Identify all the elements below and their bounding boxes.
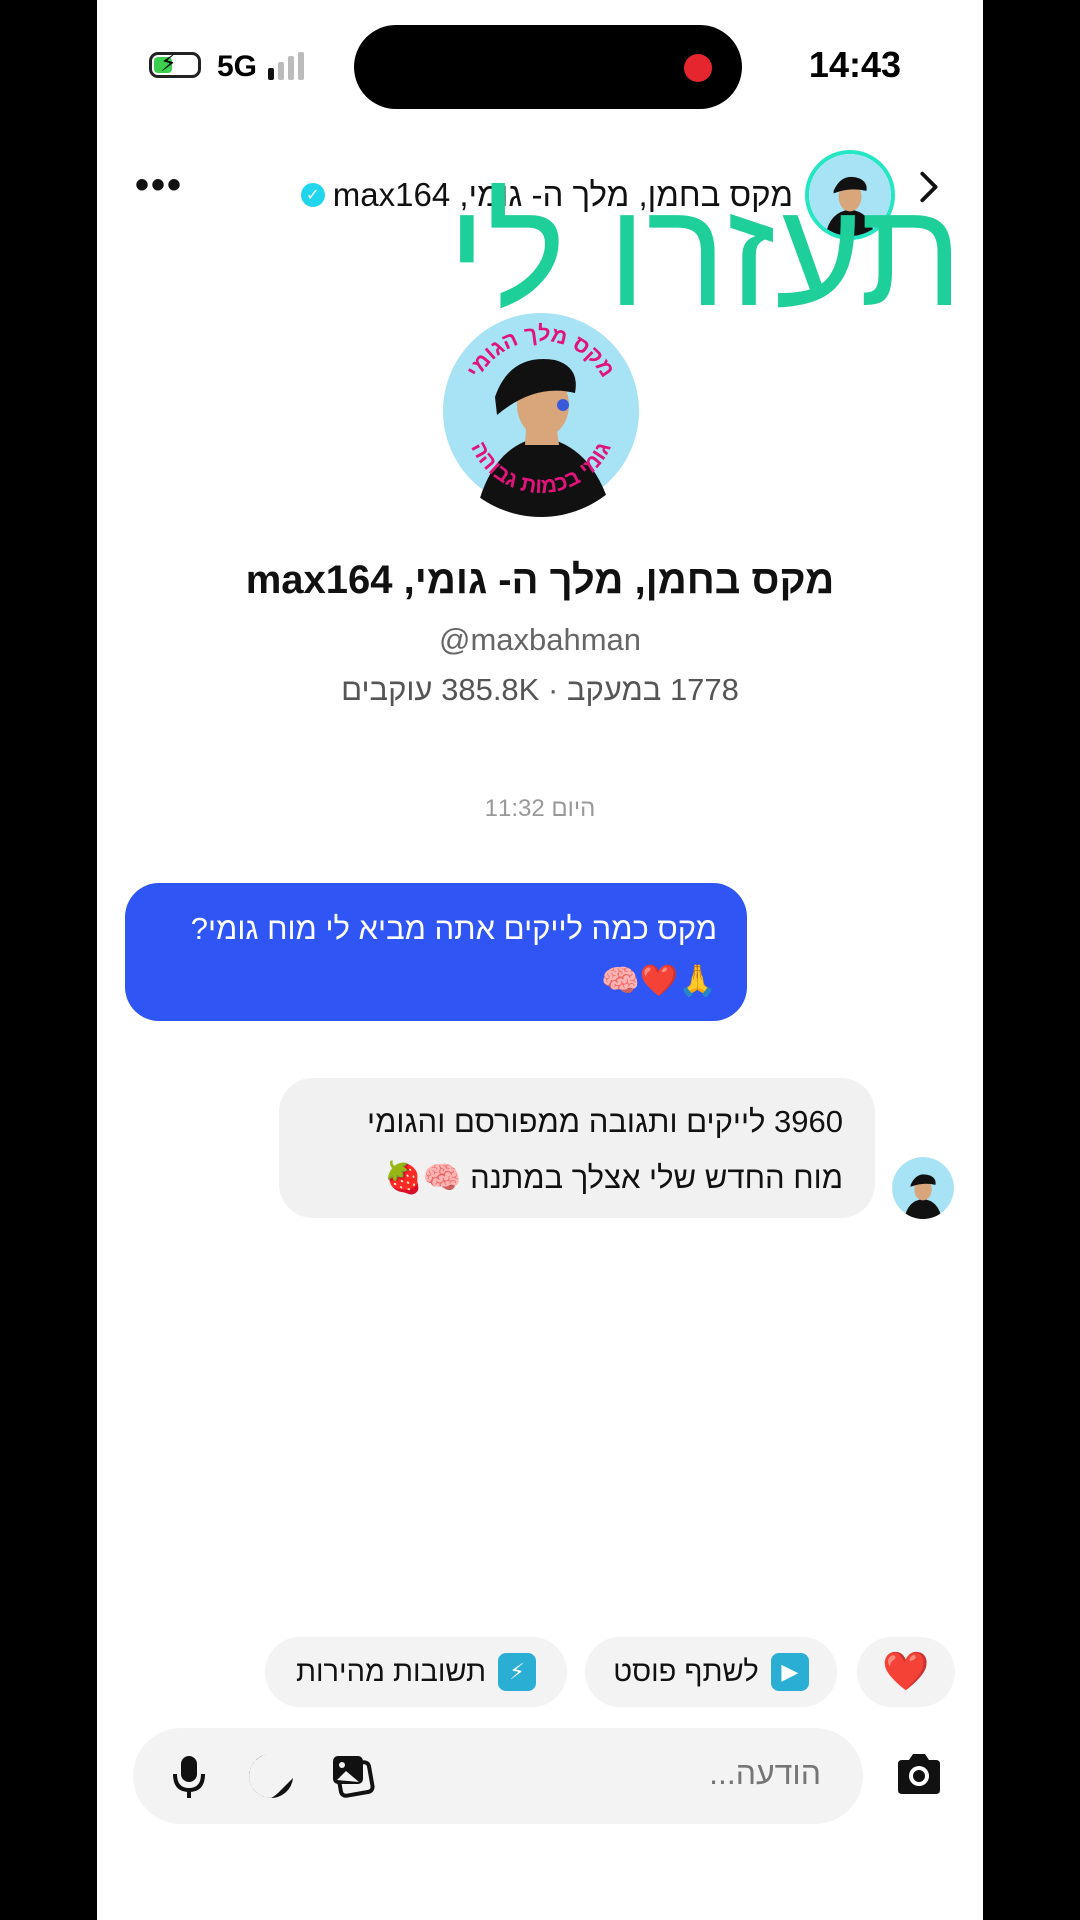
profile-stats: 1778 במעקב · 385.8K עוקבים bbox=[341, 672, 739, 707]
message-input[interactable] bbox=[569, 1754, 823, 1793]
message-bubble-incoming[interactable]: 3960 לייקים ותגובה ממפורסם והגומי מוח הח… bbox=[279, 1078, 875, 1218]
message-line: 🙏❤️🧠 bbox=[601, 963, 717, 998]
signal-icon bbox=[268, 52, 304, 80]
dynamic-island bbox=[354, 25, 742, 109]
recording-indicator-icon bbox=[684, 54, 712, 82]
lightning-icon: ⚡ bbox=[498, 1653, 537, 1691]
quick-replies-button[interactable]: ⚡ תשובות מהירות bbox=[265, 1637, 567, 1707]
sticker-icon[interactable] bbox=[245, 1750, 297, 1802]
profile-handle: @maxbahman bbox=[438, 622, 642, 657]
share-post-label: לשתף פוסט bbox=[613, 1655, 759, 1688]
share-post-button[interactable]: ▶ לשתף פוסט bbox=[585, 1637, 837, 1707]
chat-timestamp: היום 11:32 bbox=[484, 795, 596, 822]
heart-icon: ❤️ bbox=[882, 1651, 930, 1693]
message-line: מוח החדש שלי אצלך במתנה 🧠🍓 bbox=[384, 1160, 843, 1195]
microphone-icon[interactable] bbox=[163, 1750, 215, 1802]
more-dots-icon[interactable]: ••• bbox=[135, 165, 183, 205]
profile-avatar[interactable]: מקס מלך הגומי גומי בכמות גבוהה bbox=[435, 305, 647, 517]
status-time: 14:43 bbox=[808, 44, 901, 85]
network-label: 5G bbox=[217, 50, 258, 83]
chat-screen: ⚡ 5G 14:43 ••• מקס בחמן, מלך ה- גומי, ma… bbox=[97, 0, 983, 1920]
verified-badge-icon: ✓ bbox=[300, 183, 325, 207]
gallery-icon[interactable] bbox=[329, 1750, 381, 1802]
message-bubble-outgoing[interactable]: מקס כמה לייקים אתה מביא לי מוח גומי? 🙏❤️… bbox=[125, 883, 747, 1021]
camera-icon[interactable] bbox=[892, 1748, 946, 1802]
sender-avatar[interactable] bbox=[892, 1157, 954, 1219]
profile-name: מקס בחמן, מלך ה- גומי, max164 bbox=[245, 558, 835, 602]
heart-reaction-button[interactable]: ❤️ bbox=[857, 1637, 955, 1707]
play-icon: ▶ bbox=[770, 1653, 809, 1691]
message-composer bbox=[133, 1728, 863, 1824]
message-line: 3960 לייקים ותגובה ממפורסם והגומי bbox=[367, 1104, 843, 1139]
battery-icon: ⚡ bbox=[149, 50, 201, 78]
quick-replies-label: תשובות מהירות bbox=[295, 1655, 487, 1688]
message-line: מקס כמה לייקים אתה מביא לי מוח גומי? bbox=[190, 911, 717, 946]
